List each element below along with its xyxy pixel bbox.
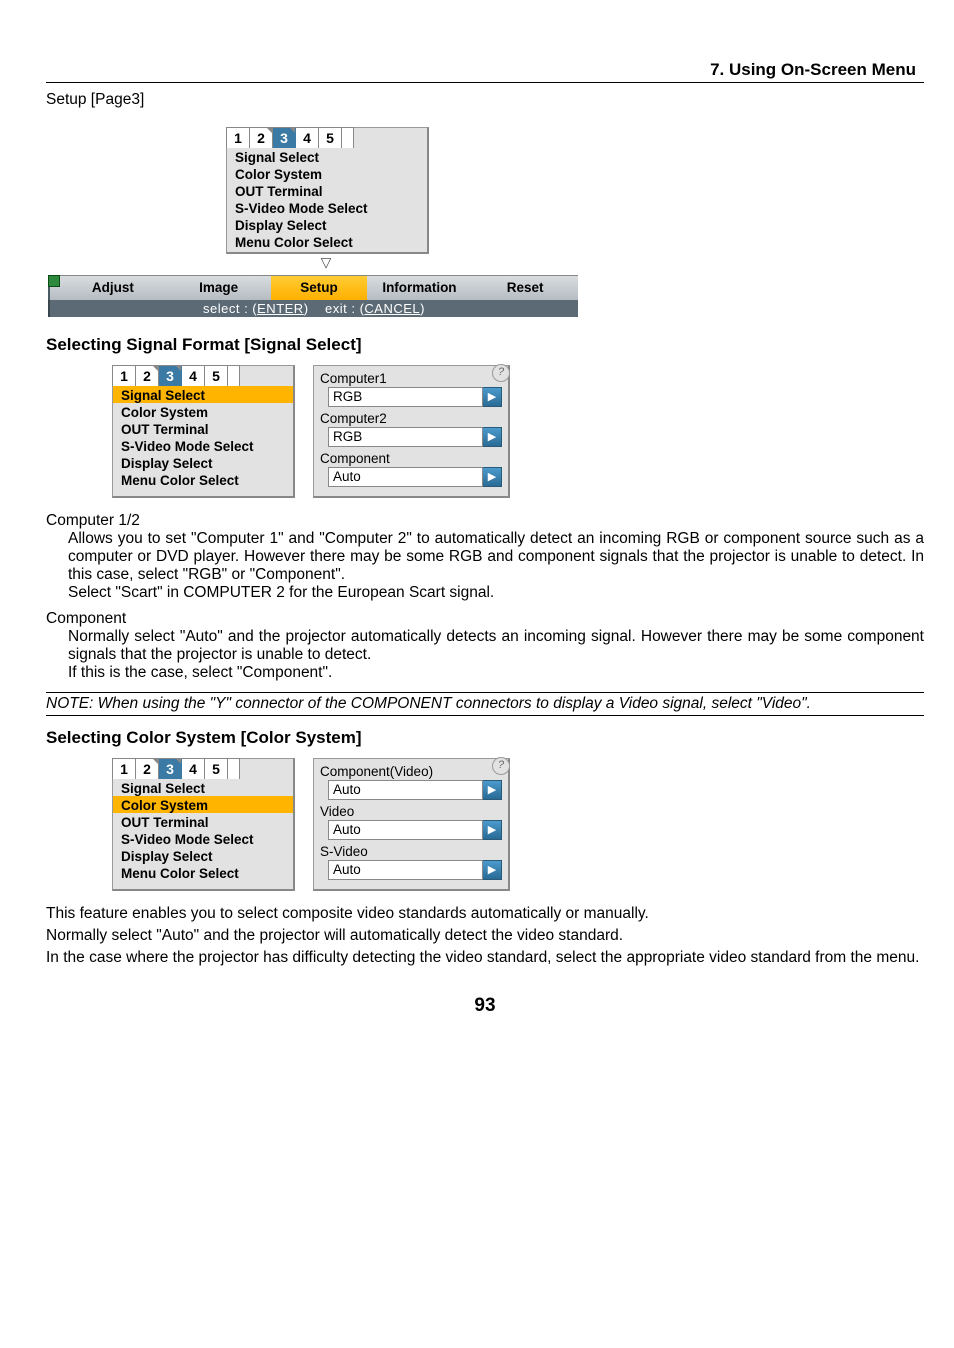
osd-item[interactable]: Menu Color Select xyxy=(227,233,427,250)
combo-value: Auto xyxy=(328,780,483,800)
combo-value: Auto xyxy=(328,467,483,487)
option-label: Video xyxy=(318,803,504,820)
combo-value: RGB xyxy=(328,427,483,447)
hint-exit-key: CANCEL xyxy=(364,301,420,316)
combo-computer1[interactable]: RGB ▶ xyxy=(328,387,502,407)
osd-page-tab[interactable]: 5 xyxy=(319,128,342,148)
osd-item[interactable]: S-Video Mode Select xyxy=(113,830,293,847)
chevron-right-icon[interactable]: ▶ xyxy=(483,860,502,880)
option-label: Computer1 xyxy=(318,370,504,387)
note-text: NOTE: When using the "Y" connector of th… xyxy=(46,692,924,716)
paragraph-head: Component xyxy=(46,610,924,628)
osd-page-tabs: 1 2 3 4 5 xyxy=(226,127,354,148)
osd-item[interactable]: Signal Select xyxy=(227,148,427,165)
osd-signal-select-figure: 1 2 3 4 5 Signal Select Color System OUT… xyxy=(112,365,924,498)
combo-value: Auto xyxy=(328,820,483,840)
osd-page-tab[interactable]: 4 xyxy=(296,128,319,148)
osd-item[interactable]: Display Select xyxy=(113,847,293,864)
chevron-right-icon[interactable]: ▶ xyxy=(483,427,502,447)
combo-component[interactable]: Auto ▶ xyxy=(328,467,502,487)
osd-dropdown: 1 2 3 4 5 Signal Select Color System OUT… xyxy=(226,127,429,254)
osd-item[interactable]: Display Select xyxy=(113,454,293,471)
section-heading-signal-select: Selecting Signal Format [Signal Select] xyxy=(46,335,924,355)
osd-page-tabs: 1 2 3 4 5 xyxy=(112,365,240,386)
osd-page-tab[interactable]: 4 xyxy=(182,366,205,386)
osd-page-tab[interactable]: 1 xyxy=(113,759,136,779)
combo-s-video[interactable]: Auto ▶ xyxy=(328,860,502,880)
osd-item[interactable]: S-Video Mode Select xyxy=(227,199,427,216)
osd-option-panel: ? Computer1 RGB ▶ Computer2 RGB ▶ Compon… xyxy=(313,365,510,498)
chapter-title: 7. Using On-Screen Menu xyxy=(46,60,924,80)
paragraph: Select "Scart" in COMPUTER 2 for the Eur… xyxy=(46,584,924,602)
osd-page-tab[interactable]: 1 xyxy=(227,128,250,148)
osd-page-tab-active[interactable]: 3 xyxy=(159,759,182,779)
page-label: Setup [Page3] xyxy=(46,91,924,109)
chevron-right-icon[interactable]: ▶ xyxy=(483,467,502,487)
osd-item-selected[interactable]: Color System xyxy=(113,796,293,813)
chevron-right-icon[interactable]: ▶ xyxy=(483,780,502,800)
option-label: Computer2 xyxy=(318,410,504,427)
osd-bottom-tab[interactable]: Reset xyxy=(472,276,578,300)
help-icon[interactable]: ? xyxy=(492,364,510,382)
osd-item[interactable]: Menu Color Select xyxy=(113,471,293,488)
osd-page-tab[interactable]: 5 xyxy=(205,759,228,779)
hint-exit-label: exit : xyxy=(325,301,355,316)
paragraph: Normally select "Auto" and the projector… xyxy=(46,628,924,664)
option-label: S-Video xyxy=(318,843,504,860)
osd-setup-menu: 1 2 3 4 5 Signal Select Color System OUT… xyxy=(48,127,578,317)
osd-item[interactable]: OUT Terminal xyxy=(227,182,427,199)
osd-page-tab[interactable]: 4 xyxy=(182,759,205,779)
osd-item[interactable]: Color System xyxy=(113,403,293,420)
osd-dropdown: 1 2 3 4 5 Signal Select Color System OUT… xyxy=(112,758,295,891)
osd-page-tab[interactable]: 2 xyxy=(136,759,159,779)
osd-item[interactable]: S-Video Mode Select xyxy=(113,437,293,454)
osd-hint-bar: select : (ENTER) exit : (CANCEL) xyxy=(48,300,578,317)
osd-item[interactable]: Display Select xyxy=(227,216,427,233)
combo-value: Auto xyxy=(328,860,483,880)
paragraph: In the case where the projector has diff… xyxy=(46,949,924,967)
help-icon[interactable]: ? xyxy=(492,757,510,775)
chevron-down-icon: ▽ xyxy=(226,254,426,271)
hint-select-key: ENTER xyxy=(257,301,304,316)
osd-page-tabs: 1 2 3 4 5 xyxy=(112,758,240,779)
osd-page-tab[interactable]: 5 xyxy=(205,366,228,386)
option-label: Component xyxy=(318,450,504,467)
hint-select-label: select : xyxy=(203,301,248,316)
osd-page-tab[interactable]: 1 xyxy=(113,366,136,386)
osd-bottom-tabs: Adjust Image Setup Information Reset xyxy=(48,275,578,300)
osd-item[interactable]: OUT Terminal xyxy=(113,420,293,437)
osd-bottom-tab[interactable]: Adjust xyxy=(60,276,166,300)
osd-bottom-tab[interactable]: Information xyxy=(367,276,473,300)
osd-item[interactable]: OUT Terminal xyxy=(113,813,293,830)
paragraph: This feature enables you to select compo… xyxy=(46,905,924,923)
osd-option-panel: ? Component(Video) Auto ▶ Video Auto ▶ S… xyxy=(313,758,510,891)
osd-bottom-tab[interactable]: Image xyxy=(166,276,272,300)
osd-item-selected[interactable]: Signal Select xyxy=(113,386,293,403)
paragraph: Allows you to set "Computer 1" and "Comp… xyxy=(46,530,924,584)
rule xyxy=(46,82,924,83)
paragraph: Normally select "Auto" and the projector… xyxy=(46,927,924,945)
osd-item[interactable]: Menu Color Select xyxy=(113,864,293,881)
osd-page-tab[interactable]: 2 xyxy=(250,128,273,148)
section-heading-color-system: Selecting Color System [Color System] xyxy=(46,728,924,748)
osd-dropdown: 1 2 3 4 5 Signal Select Color System OUT… xyxy=(112,365,295,498)
combo-component-video[interactable]: Auto ▶ xyxy=(328,780,502,800)
osd-page-tab[interactable]: 2 xyxy=(136,366,159,386)
combo-computer2[interactable]: RGB ▶ xyxy=(328,427,502,447)
paragraph: If this is the case, select "Component". xyxy=(46,664,924,682)
osd-item[interactable]: Color System xyxy=(227,165,427,182)
osd-page-tab-active[interactable]: 3 xyxy=(159,366,182,386)
source-icon xyxy=(48,275,60,287)
osd-color-system-figure: 1 2 3 4 5 Signal Select Color System OUT… xyxy=(112,758,924,891)
chevron-right-icon[interactable]: ▶ xyxy=(483,387,502,407)
combo-value: RGB xyxy=(328,387,483,407)
page-number: 93 xyxy=(46,995,924,1017)
osd-item[interactable]: Signal Select xyxy=(113,779,293,796)
chevron-right-icon[interactable]: ▶ xyxy=(483,820,502,840)
combo-video[interactable]: Auto ▶ xyxy=(328,820,502,840)
osd-page-tab-active[interactable]: 3 xyxy=(273,128,296,148)
osd-bottom-tab-active[interactable]: Setup xyxy=(271,276,366,300)
option-label: Component(Video) xyxy=(318,763,504,780)
paragraph-head: Computer 1/2 xyxy=(46,512,924,530)
